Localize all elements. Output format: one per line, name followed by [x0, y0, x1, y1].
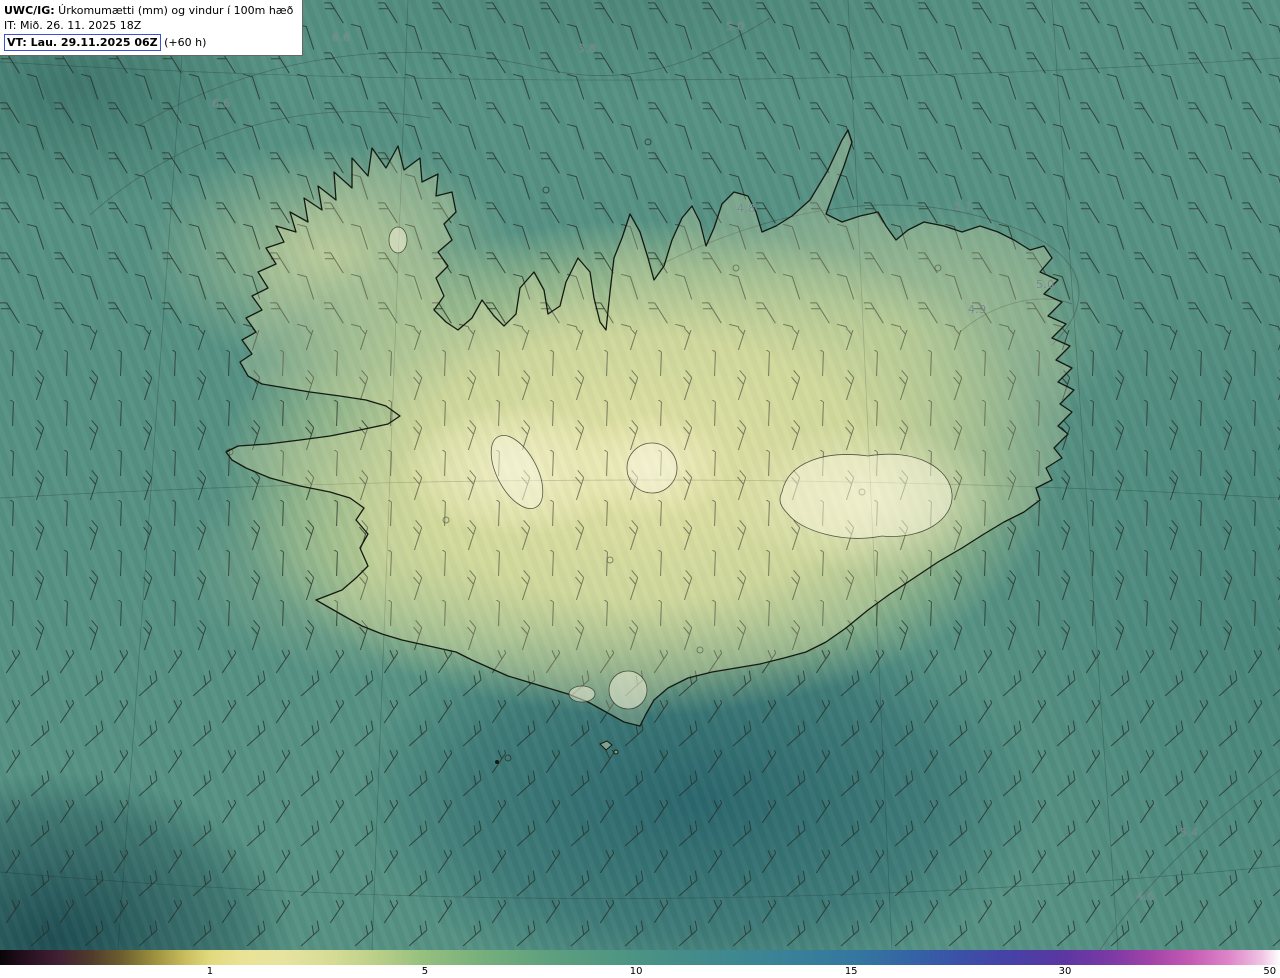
contour-label: 4.6 — [1136, 890, 1155, 903]
valid-time-offset: (+60 h) — [160, 35, 207, 49]
glacier-vatnajokull — [779, 453, 953, 539]
map-overlay-svg — [0, 0, 1280, 950]
colorbar-gradient — [0, 950, 1280, 965]
contour-label: 3.8 — [578, 42, 597, 55]
contour-label: 5.0 — [726, 20, 745, 33]
model-name: UWC/IG: — [4, 4, 55, 17]
colorbar-tick: 1 — [206, 966, 214, 977]
glacier-hofsjokull — [626, 442, 678, 494]
colorbar-ticks: 1 5 10 15 30 50 — [0, 965, 1280, 978]
glacier-eyjafjallajokull — [568, 685, 596, 703]
colorbar-tick: 30 — [1058, 966, 1072, 977]
map-area: 4.6 6.6 3.8 5.0 6.6 4.8 5.1 5.0 4.9 5.4 … — [0, 0, 1280, 950]
contour-label: 4.9 — [968, 303, 987, 316]
contour-label: 5.4 — [1180, 826, 1199, 839]
colorbar: 1 5 10 15 30 50 — [0, 950, 1280, 978]
contour-label: 6.6 — [212, 97, 231, 110]
init-time: IT: Mið. 26. 11. 2025 18Z — [4, 19, 142, 33]
colorbar-tick: 5 — [421, 966, 429, 977]
glacier-myrdalsjokull — [608, 670, 648, 710]
map-title: UWC/IG: Úrkomumætti (mm) og vindur í 100… — [4, 3, 293, 18]
map-title-text: Úrkomumætti (mm) og vindur í 100m hæð — [54, 4, 294, 17]
valid-time-main: VT: Lau. 29.11.2025 06Z — [4, 33, 161, 52]
contour-label: 4.8 — [737, 202, 756, 215]
forecast-info-box: UWC/IG: Úrkomumætti (mm) og vindur í 100… — [0, 0, 304, 57]
weather-map-screen: 4.6 6.6 3.8 5.0 6.6 4.8 5.1 5.0 4.9 5.4 … — [0, 0, 1280, 978]
colorbar-tick: 10 — [629, 966, 643, 977]
valid-time: VT: Lau. 29.11.2025 06Z (+60 h) — [4, 33, 293, 52]
contour-label: 5.0 — [1036, 278, 1055, 291]
contour-label: 5.1 — [954, 200, 973, 213]
glacier-drangajokull — [388, 226, 408, 254]
contour-label: 6.6 — [332, 31, 351, 44]
colorbar-tick: 50 — [1263, 966, 1277, 977]
colorbar-tick: 15 — [844, 966, 858, 977]
